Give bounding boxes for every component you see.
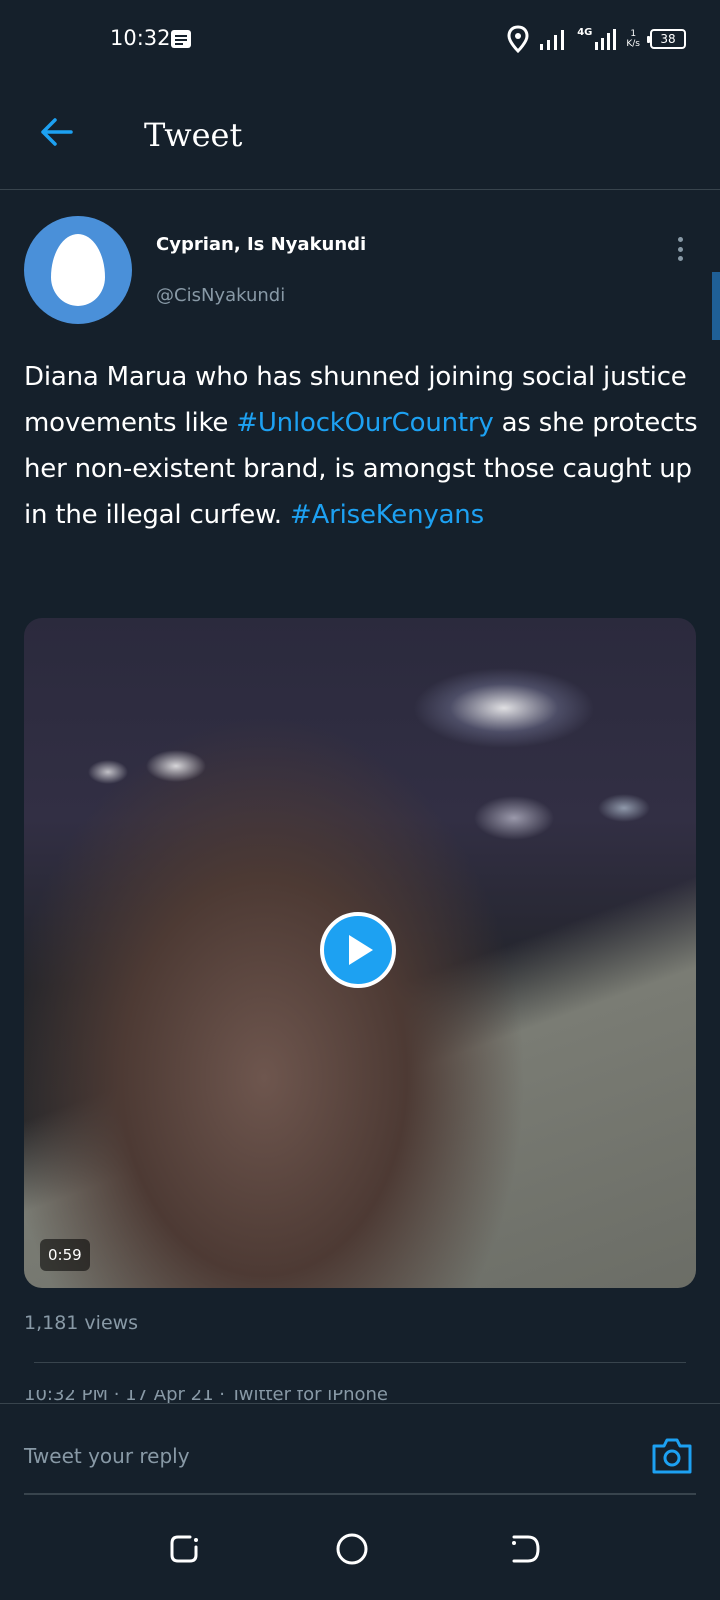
tweet-text: Diana Marua who has shunned joining soci…	[24, 354, 704, 538]
play-icon[interactable]	[320, 912, 396, 988]
network-speed: 1 K/s	[626, 29, 640, 49]
video-player[interactable]: 0:59	[24, 618, 696, 1288]
system-nav-bar	[0, 1495, 720, 1600]
page-title: Tweet	[144, 116, 243, 154]
author-display-name[interactable]: Cyprian, Is Nyakundi	[156, 234, 366, 255]
network-type: 4G	[577, 27, 593, 38]
message-icon	[171, 30, 191, 48]
location-icon	[507, 25, 529, 53]
app-header: Tweet	[0, 80, 720, 190]
scroll-indicator[interactable]	[712, 272, 720, 340]
tweet-meta: 10:32 PM · 17 Apr 21 · Twitter for iPhon…	[24, 1390, 696, 1404]
reply-bar: Tweet your reply	[0, 1403, 720, 1495]
hashtag-link-arisekenyans[interactable]: #AriseKenyans	[290, 500, 484, 530]
camera-button[interactable]	[650, 1436, 694, 1476]
network-speed-value: 1	[630, 29, 637, 39]
video-duration: 0:59	[40, 1239, 90, 1271]
back-nav-icon[interactable]	[508, 1531, 544, 1567]
network-speed-unit: K/s	[626, 39, 640, 49]
default-egg-icon	[51, 234, 105, 306]
back-button[interactable]	[34, 110, 78, 154]
avatar[interactable]	[24, 216, 132, 324]
more-vertical-icon-dot	[677, 256, 683, 261]
status-icons: 4G 1 K/s 38	[507, 24, 686, 54]
view-count: 1,181 views	[24, 1312, 139, 1334]
recent-apps-icon[interactable]	[166, 1531, 202, 1567]
status-time: 10:32	[110, 26, 171, 50]
mobile-data-indicator: 4G	[577, 27, 617, 50]
divider	[34, 1362, 686, 1363]
reply-input[interactable]: Tweet your reply	[24, 1444, 190, 1468]
home-icon[interactable]	[334, 1531, 370, 1567]
signal-icon	[540, 30, 565, 50]
more-vertical-icon-dot	[677, 246, 683, 252]
hashtag-link-unlockourcountry[interactable]: #UnlockOurCountry	[236, 408, 494, 438]
more-vertical-icon	[677, 237, 683, 242]
arrow-left-icon	[41, 118, 73, 146]
camera-icon	[652, 1438, 692, 1474]
signal-2-icon	[595, 29, 617, 50]
status-bar: 10:32 4G 1 K/s 38	[0, 0, 720, 80]
more-options-button[interactable]	[668, 234, 692, 264]
tweet-timestamp: 10:32 PM · 17 Apr 21 · Twitter for iPhon…	[24, 1390, 388, 1404]
battery-icon: 38	[647, 29, 686, 49]
author-handle[interactable]: @CisNyakundi	[156, 285, 285, 306]
